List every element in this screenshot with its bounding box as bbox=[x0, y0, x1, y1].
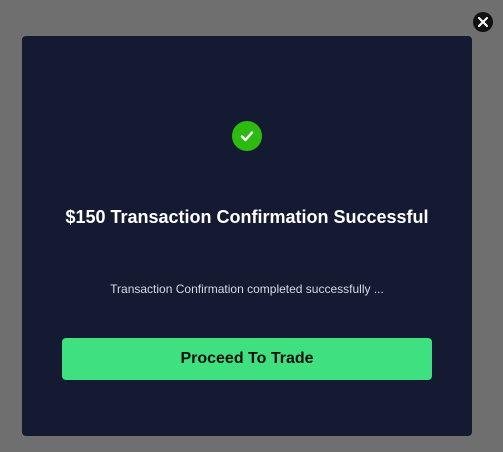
success-status bbox=[232, 121, 262, 151]
success-modal: $150 Transaction Confirmation Successful… bbox=[22, 36, 472, 436]
proceed-to-trade-button[interactable]: Proceed To Trade bbox=[62, 338, 432, 380]
modal-title: $150 Transaction Confirmation Successful bbox=[65, 207, 429, 227]
close-button[interactable] bbox=[473, 12, 493, 32]
modal-message: Transaction Confirmation completed succe… bbox=[110, 282, 384, 296]
close-icon bbox=[478, 17, 488, 27]
check-circle-icon bbox=[240, 131, 254, 142]
